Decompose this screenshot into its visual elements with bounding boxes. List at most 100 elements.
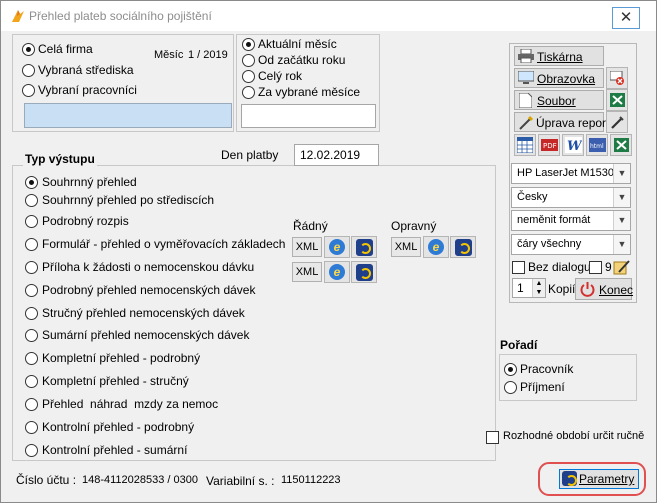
word-export-button[interactable]: W xyxy=(562,134,584,156)
end-button-label: Konec xyxy=(599,283,634,297)
format-select[interactable]: neměnit formát ▼ xyxy=(511,210,631,231)
payment-date-field[interactable]: 12.02.2019 xyxy=(294,144,379,166)
period-option-label: Od začátku roku xyxy=(258,53,346,67)
corrective-label: Opravný xyxy=(391,219,437,233)
radio-output-0[interactable] xyxy=(25,176,38,189)
output-option-label: Příloha k žádosti o nemocenskou dávku xyxy=(42,260,255,274)
period-option-label: Celý rok xyxy=(258,69,303,83)
decisive-period-label: Rozhodné období určit ručně xyxy=(503,430,645,442)
period-option-label: Aktuální měsíc xyxy=(258,37,337,51)
parameters-button[interactable]: Parametry xyxy=(559,469,639,489)
month-value: 1 / 2019 xyxy=(188,49,228,61)
xml-label: XML xyxy=(295,241,319,253)
excel-icon xyxy=(610,93,625,107)
xml-regular-button[interactable]: XML xyxy=(292,237,322,257)
pdf-icon: PDF xyxy=(541,139,558,151)
printer-select[interactable]: HP LaserJet M1530 ▼ xyxy=(511,163,631,184)
output-option-label: Kontrolní přehled - podrobný xyxy=(42,420,195,434)
calendar-export-button[interactable] xyxy=(514,134,536,156)
excel-export-button[interactable] xyxy=(606,89,628,111)
output-option-label: Stručný přehled nemocenských dávek xyxy=(42,306,245,320)
radio-output-4[interactable] xyxy=(25,261,38,274)
power-icon xyxy=(580,282,595,297)
output-option-label: Formulář - přehled o vyměřovacích základ… xyxy=(42,237,286,251)
spin-down-icon[interactable]: ▼ xyxy=(533,288,545,297)
close-button[interactable]: ✕ xyxy=(612,7,640,29)
copies-label: Kopií xyxy=(548,282,576,296)
radio-za-vybrane-mesice[interactable] xyxy=(242,86,255,99)
radio-output-5[interactable] xyxy=(25,284,38,297)
radio-output-8[interactable] xyxy=(25,352,38,365)
settings-edit-icon[interactable] xyxy=(613,258,631,276)
lines-select[interactable]: čáry všechny ▼ xyxy=(511,234,631,255)
document-icon xyxy=(519,93,532,108)
ie-regular-button[interactable]: e xyxy=(324,236,350,258)
send-corrective-button[interactable] xyxy=(450,236,476,258)
close-icon: ✕ xyxy=(619,9,633,26)
radio-cela-firma[interactable] xyxy=(22,43,35,56)
copies-spinner[interactable]: ▲ ▼ xyxy=(532,279,545,297)
radio-output-10[interactable] xyxy=(25,398,38,411)
output-option-label: Souhrnný přehled xyxy=(42,175,137,189)
radio-output-9[interactable] xyxy=(25,375,38,388)
radio-vybrani-pracovnici[interactable] xyxy=(22,84,35,97)
html-icon: html xyxy=(589,138,606,152)
screen-close-button[interactable] xyxy=(606,67,628,89)
output-heading: Typ výstupu xyxy=(23,152,97,166)
spin-up-icon[interactable]: ▲ xyxy=(533,279,545,288)
file-button[interactable]: Soubor xyxy=(514,90,604,110)
radio-output-11[interactable] xyxy=(25,421,38,434)
ie-attachment-button[interactable]: e xyxy=(324,261,350,283)
end-button[interactable]: Konec xyxy=(575,278,634,300)
period-option-label: Za vybrané měsíce xyxy=(258,85,361,99)
radio-cely-rok[interactable] xyxy=(242,70,255,83)
xml-corrective-button[interactable]: XML xyxy=(391,237,421,257)
radio-output-7[interactable] xyxy=(25,329,38,342)
internet-explorer-icon: e xyxy=(329,264,345,280)
html-export-button[interactable]: html xyxy=(586,134,608,156)
radio-aktualni-mesic[interactable] xyxy=(242,38,255,51)
printer-button[interactable]: Tiskárna xyxy=(514,46,604,66)
order-heading: Pořadí xyxy=(500,338,538,352)
parameters-button-label: Parametry xyxy=(579,472,635,486)
ie-corrective-button[interactable]: e xyxy=(423,236,449,258)
radio-order-worker[interactable] xyxy=(504,363,517,376)
edit-report-label: Úprava repor xyxy=(536,116,607,130)
radio-od-zacatku-roku[interactable] xyxy=(242,54,255,67)
pdf-export-button[interactable]: PDF xyxy=(538,134,560,156)
window-title: Přehled plateb sociálního pojištění xyxy=(29,9,212,23)
language-select[interactable]: Česky ▼ xyxy=(511,187,631,208)
radio-output-1[interactable] xyxy=(25,194,38,207)
no-dialog-checkbox[interactable] xyxy=(512,261,525,274)
edit-design-button[interactable] xyxy=(606,111,628,133)
monitor-close-icon xyxy=(610,71,624,85)
radio-vybrana-strediska[interactable] xyxy=(22,64,35,77)
radio-output-3[interactable] xyxy=(25,238,38,251)
app-icon xyxy=(12,10,24,22)
selection-field[interactable] xyxy=(24,103,232,128)
selected-months-field[interactable] xyxy=(241,104,376,128)
output-option-label: Kompletní přehled - podrobný xyxy=(42,351,201,365)
no-dialog-count-checkbox[interactable] xyxy=(589,261,602,274)
radio-order-surname[interactable] xyxy=(504,381,517,394)
excel-export-button-2[interactable] xyxy=(610,134,632,156)
scope-option-label: Vybraní pracovníci xyxy=(38,83,137,97)
send-icon xyxy=(455,239,472,256)
xml-label: XML xyxy=(295,266,319,278)
decisive-period-checkbox[interactable] xyxy=(486,431,499,444)
copies-value: 1 xyxy=(517,281,524,295)
scope-option-label: Vybraná střediska xyxy=(38,63,134,77)
title-bar: Přehled plateb sociálního pojištění ✕ xyxy=(1,1,656,31)
xml-attachment-button[interactable]: XML xyxy=(292,262,322,282)
vs-label: Variabilní s. : xyxy=(206,474,275,488)
send-icon xyxy=(356,264,373,281)
send-attachment-button[interactable] xyxy=(351,261,377,283)
radio-output-6[interactable] xyxy=(25,307,38,320)
radio-output-2[interactable] xyxy=(25,215,38,228)
regular-label: Řádný xyxy=(293,219,328,233)
edit-report-button[interactable]: Úprava repor xyxy=(514,112,607,132)
printer-select-value: HP LaserJet M1530 xyxy=(517,167,615,179)
radio-output-12[interactable] xyxy=(25,444,38,457)
screen-button[interactable]: Obrazovka xyxy=(514,68,604,88)
send-regular-button[interactable] xyxy=(351,236,377,258)
